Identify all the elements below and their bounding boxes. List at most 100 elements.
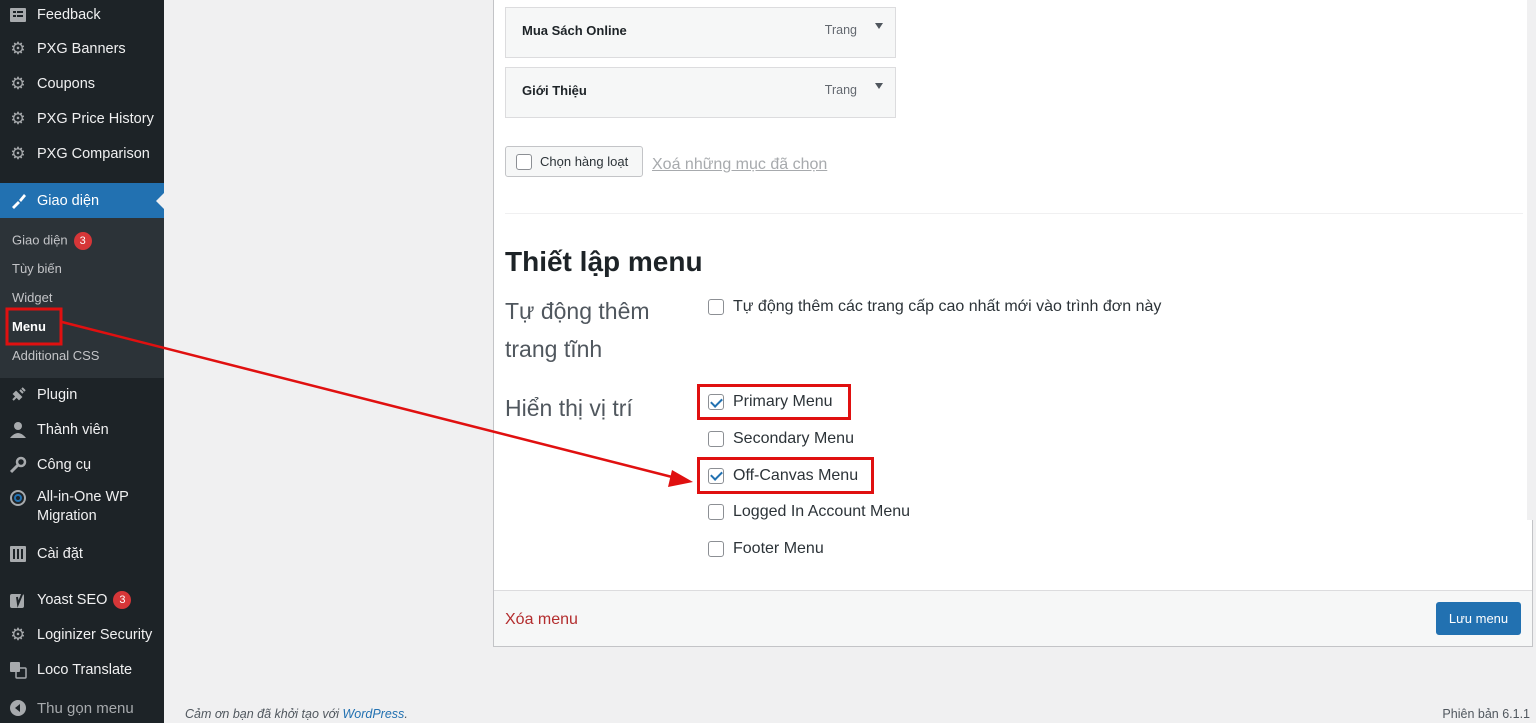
sidebar-item-coupons[interactable]: ⚙ Coupons bbox=[0, 72, 164, 96]
location-label: Primary Menu bbox=[733, 393, 833, 410]
bulk-select-label: Chọn hàng loạt bbox=[540, 154, 629, 169]
menu-edit-panel: Mua Sách Online Trang Giới Thiệu Trang C… bbox=[493, 0, 1533, 647]
menu-item-type: Trang bbox=[824, 83, 857, 97]
location-label: Logged In Account Menu bbox=[733, 503, 911, 520]
footer-version: Phiên bản 6.1.1 bbox=[1442, 707, 1530, 721]
sidebar-item-label: PXG Banners bbox=[37, 41, 126, 57]
active-indicator bbox=[156, 193, 164, 209]
sidebar-item-label: All-in-One WP Migration bbox=[37, 488, 129, 526]
sidebar-item-yoast-seo[interactable]: Yoast SEO 3 bbox=[0, 588, 164, 612]
secondary-menu-checkbox[interactable] bbox=[708, 431, 724, 447]
footer-thanks-end: . bbox=[404, 707, 408, 721]
sidebar-item-label: Plugin bbox=[37, 387, 78, 403]
sidebar-item-appearance[interactable]: Giao diện bbox=[0, 183, 164, 218]
sidebar-item-users[interactable]: Thành viên bbox=[0, 418, 164, 442]
gear-icon: ⚙ bbox=[10, 144, 26, 163]
migration-icon bbox=[8, 488, 28, 508]
sidebar-item-label: Thành viên bbox=[37, 422, 109, 438]
save-menu-button[interactable]: Lưu menu bbox=[1436, 602, 1521, 635]
sidebar-item-plugins[interactable]: Plugin bbox=[0, 383, 164, 407]
submenu-item-additional-css[interactable]: Additional CSS bbox=[12, 348, 99, 363]
page-scrollbar[interactable] bbox=[1527, 0, 1536, 520]
footer-thanks: Cảm ơn bạn đã khởi tạo với WordPress. bbox=[185, 707, 408, 721]
submenu-item-themes[interactable]: Giao diện 3 bbox=[12, 232, 92, 250]
submenu-label: Giao diện bbox=[12, 232, 68, 248]
location-logged-in-account-menu[interactable]: Logged In Account Menu bbox=[708, 503, 910, 521]
location-label: Secondary Menu bbox=[733, 430, 854, 447]
menu-settings-title: Thiết lập menu bbox=[505, 246, 703, 277]
translate-icon bbox=[8, 660, 28, 680]
sidebar-item-label: Cài đặt bbox=[37, 546, 83, 562]
gear-icon: ⚙ bbox=[10, 39, 26, 58]
bulk-select-button[interactable]: Chọn hàng loạt bbox=[505, 146, 643, 177]
location-primary-menu[interactable]: Primary Menu bbox=[697, 384, 851, 420]
sidebar-item-label: Yoast SEO bbox=[37, 592, 108, 608]
location-footer-menu[interactable]: Footer Menu bbox=[708, 540, 824, 558]
submenu-item-widgets[interactable]: Widget bbox=[12, 290, 52, 305]
feedback-icon bbox=[8, 5, 28, 25]
sidebar-item-label: PXG Price History bbox=[37, 111, 154, 127]
menu-item-box[interactable]: Giới Thiệu Trang bbox=[505, 67, 896, 118]
remove-selected-link[interactable]: Xoá những mục đã chọn bbox=[652, 156, 827, 174]
sidebar-item-label: Loco Translate bbox=[37, 662, 133, 678]
menu-item-type: Trang bbox=[824, 23, 857, 37]
sidebar-item-pxg-price-history[interactable]: ⚙ PXG Price History bbox=[0, 107, 164, 131]
auto-add-label: Tự động thêm trang tĩnh bbox=[505, 298, 650, 362]
sidebar-item-pxg-banners[interactable]: ⚙ PXG Banners bbox=[0, 37, 164, 61]
wordpress-link[interactable]: WordPress bbox=[342, 707, 404, 721]
menu-actions-bar: Xóa menu Lưu menu bbox=[494, 590, 1532, 646]
sidebar-item-all-in-one-migration[interactable]: All-in-One WP Migration bbox=[0, 488, 164, 530]
sidebar-item-pxg-comparison[interactable]: ⚙ PXG Comparison bbox=[0, 142, 164, 166]
gear-icon: ⚙ bbox=[10, 74, 26, 93]
location-label: Off-Canvas Menu bbox=[733, 466, 859, 484]
chevron-down-icon[interactable] bbox=[875, 83, 883, 89]
collapse-menu-button[interactable]: Thu gọn menu bbox=[0, 696, 164, 720]
sidebar-item-label: Loginizer Security bbox=[37, 627, 153, 643]
menu-item-title: Mua Sách Online bbox=[522, 23, 627, 38]
off-canvas-menu-checkbox[interactable] bbox=[708, 467, 724, 484]
sidebar-item-label: Giao diện bbox=[37, 192, 100, 209]
sidebar-item-feedback[interactable]: Feedback bbox=[0, 3, 164, 27]
menu-item-box[interactable]: Mua Sách Online Trang bbox=[505, 7, 896, 58]
gear-icon: ⚙ bbox=[10, 109, 26, 128]
auto-add-option-label: Tự động thêm các trang cấp cao nhất mới … bbox=[733, 298, 1162, 315]
collapse-icon bbox=[8, 698, 28, 718]
paintbrush-icon bbox=[8, 191, 28, 211]
gear-icon: ⚙ bbox=[10, 625, 26, 644]
delete-menu-link[interactable]: Xóa menu bbox=[505, 611, 578, 629]
collapse-label: Thu gọn menu bbox=[37, 699, 134, 717]
user-icon bbox=[8, 420, 28, 440]
sidebar-item-label: Công cụ bbox=[37, 457, 92, 473]
sidebar-item-settings[interactable]: Cài đặt bbox=[0, 542, 164, 566]
auto-add-checkbox[interactable] bbox=[708, 299, 724, 315]
migration-label-line1: All-in-One WP bbox=[37, 489, 129, 505]
plugin-icon bbox=[8, 385, 28, 405]
bulk-select-checkbox[interactable] bbox=[516, 153, 532, 170]
sidebar-item-label: PXG Comparison bbox=[37, 146, 150, 162]
sidebar-item-label: Feedback bbox=[37, 7, 101, 23]
admin-sidebar: Feedback ⚙ PXG Banners ⚙ Coupons ⚙ PXG P… bbox=[0, 0, 164, 723]
chevron-down-icon[interactable] bbox=[875, 23, 883, 29]
update-badge: 3 bbox=[73, 232, 92, 250]
submenu-item-menus[interactable]: Menu bbox=[12, 319, 46, 334]
location-label: Footer Menu bbox=[733, 540, 824, 557]
footer-menu-checkbox[interactable] bbox=[708, 541, 724, 557]
submenu-item-customize[interactable]: Tùy biến bbox=[12, 261, 62, 276]
display-location-label: Hiển thị vị trí bbox=[505, 395, 633, 421]
update-badge: 3 bbox=[113, 591, 132, 609]
appearance-submenu: Giao diện 3 Tùy biến Widget Menu Addition… bbox=[0, 218, 164, 378]
migration-label-line2: Migration bbox=[37, 508, 97, 524]
sidebar-item-loco-translate[interactable]: Loco Translate bbox=[0, 658, 164, 682]
sidebar-item-loginizer[interactable]: ⚙ Loginizer Security bbox=[0, 623, 164, 647]
yoast-icon bbox=[8, 590, 28, 610]
logged-in-menu-checkbox[interactable] bbox=[708, 504, 724, 520]
wrench-icon bbox=[8, 455, 28, 475]
location-secondary-menu[interactable]: Secondary Menu bbox=[708, 430, 854, 448]
menu-item-title: Giới Thiệu bbox=[522, 83, 587, 98]
section-divider bbox=[505, 213, 1523, 214]
sidebar-item-tools[interactable]: Công cụ bbox=[0, 453, 164, 477]
auto-add-option[interactable]: Tự động thêm các trang cấp cao nhất mới … bbox=[708, 298, 1161, 316]
footer-thanks-text: Cảm ơn bạn đã khởi tạo với bbox=[185, 707, 339, 721]
location-off-canvas-menu[interactable]: Off-Canvas Menu bbox=[697, 457, 874, 494]
primary-menu-checkbox[interactable] bbox=[708, 394, 724, 410]
